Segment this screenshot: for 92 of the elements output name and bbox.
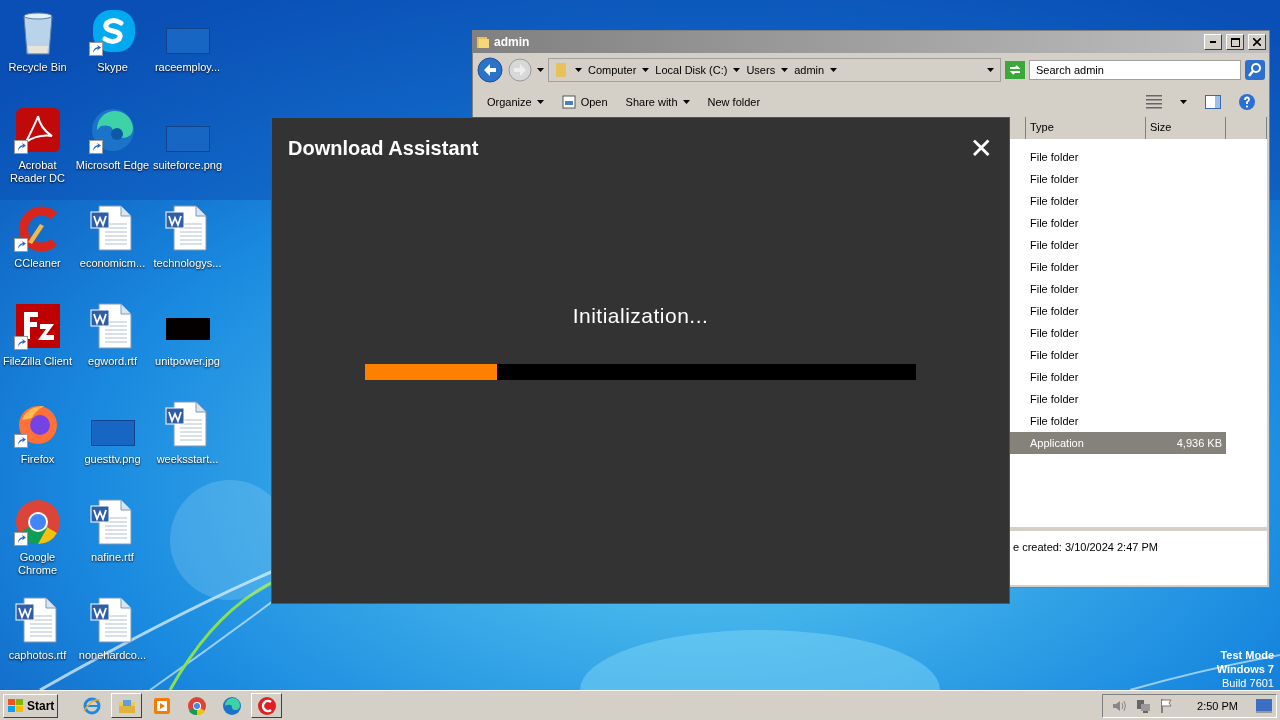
image-file-icon xyxy=(165,126,210,152)
desktop-icon-label[interactable]: economicm... xyxy=(75,257,150,270)
desktop-icon-label[interactable]: Google Chrome xyxy=(0,551,75,577)
desktop-icon-label[interactable]: guesttv.png xyxy=(75,453,150,466)
taskbar-app-button[interactable] xyxy=(251,693,283,718)
close-icon xyxy=(1253,38,1261,46)
chrome-icon xyxy=(186,695,207,716)
show-desktop-icon[interactable] xyxy=(1256,698,1272,713)
open-icon xyxy=(561,95,576,109)
desktop-icon-label[interactable]: technologys... xyxy=(150,257,225,270)
column-header[interactable]: Type xyxy=(1026,117,1146,139)
image-file-icon xyxy=(165,28,210,54)
maximize-button[interactable] xyxy=(1226,34,1244,50)
desktop-icon-label[interactable]: nafine.rtf xyxy=(75,551,150,564)
refresh-button[interactable] xyxy=(1005,61,1025,79)
chrome-icon xyxy=(13,498,62,546)
caret-icon xyxy=(987,68,994,72)
browser-e-icon xyxy=(81,695,102,716)
folder-icon xyxy=(555,62,569,78)
breadcrumb[interactable]: Computer xyxy=(588,64,637,76)
minimize-icon xyxy=(1210,41,1216,43)
back-button[interactable] xyxy=(477,57,503,83)
caret-icon xyxy=(537,68,544,72)
desktop-icon-label[interactable]: Skype xyxy=(75,61,150,74)
caret-icon xyxy=(1180,100,1187,104)
caret-icon xyxy=(536,100,544,104)
status-text: Initialization... xyxy=(572,304,709,328)
network-icon[interactable] xyxy=(1135,697,1152,714)
toolbar-button[interactable]: Share with xyxy=(625,96,690,108)
caret-icon xyxy=(642,68,650,72)
caret-icon xyxy=(781,68,789,72)
caret-icon xyxy=(682,100,690,104)
minimize-button[interactable] xyxy=(1204,34,1222,50)
file-type: File folder xyxy=(1029,349,1080,361)
desktop-icon-label[interactable]: Firefox xyxy=(0,453,75,466)
file-type: File folder xyxy=(1029,327,1080,339)
file-type: File folder xyxy=(1029,283,1080,295)
toolbar-button[interactable]: New folder xyxy=(707,96,761,108)
clock[interactable]: 2:50 PM xyxy=(1197,699,1238,712)
taskbar-app-button[interactable] xyxy=(111,693,143,718)
view-options-icon[interactable] xyxy=(1146,95,1162,109)
desktop-icon-label[interactable]: CCleaner xyxy=(0,257,75,270)
column-header[interactable]: Size xyxy=(1146,117,1226,139)
caret-icon xyxy=(733,68,741,72)
file-type: Application xyxy=(1029,437,1085,449)
file-type: File folder xyxy=(1029,261,1080,273)
desktop-icon-label[interactable]: Recycle Bin xyxy=(0,61,75,74)
edge-icon xyxy=(221,695,242,716)
close-button[interactable]: ✕ xyxy=(969,131,993,165)
toolbar-button[interactable]: Open xyxy=(561,95,608,109)
windows-logo-icon xyxy=(7,697,25,714)
desktop-icon-label[interactable]: caphotos.rtf xyxy=(0,649,75,662)
file-type: File folder xyxy=(1029,371,1080,383)
desktop-icon-label[interactable]: FileZilla Client xyxy=(0,355,75,368)
caret-icon xyxy=(575,68,582,72)
file-type: File folder xyxy=(1029,393,1080,405)
file-type: File folder xyxy=(1029,151,1080,163)
image-file-icon xyxy=(90,420,135,446)
search-icon[interactable] xyxy=(1245,60,1265,80)
window-title: admin xyxy=(494,35,531,49)
file-type: File folder xyxy=(1029,173,1080,185)
folder-icon xyxy=(476,35,490,49)
media-player-icon xyxy=(151,695,172,716)
help-icon[interactable] xyxy=(1239,94,1255,110)
file-type: File folder xyxy=(1029,239,1080,251)
file-size: 4,936 KB xyxy=(1175,437,1223,449)
cleaner-icon xyxy=(256,695,277,716)
breadcrumb[interactable]: Local Disk (C:) xyxy=(655,64,728,76)
system-info-text: Windows 7 xyxy=(1216,662,1274,676)
file-type: File folder xyxy=(1029,217,1080,229)
start-button[interactable]: Start xyxy=(3,693,59,718)
image-thumbnail-icon xyxy=(165,318,210,340)
desktop-icon-label[interactable]: Acrobat Reader DC xyxy=(0,159,75,185)
maximize-icon xyxy=(1230,37,1240,47)
system-info-text: Test Mode xyxy=(1220,648,1274,662)
desktop-icon-label[interactable]: egword.rtf xyxy=(75,355,150,368)
close-button[interactable] xyxy=(1248,34,1266,50)
desktop-icon-label[interactable]: suiteforce.png xyxy=(150,159,225,172)
breadcrumb[interactable]: admin xyxy=(794,64,825,76)
address-bar[interactable]: Computer Local Disk (C:) Users admin xyxy=(548,58,1001,82)
breadcrumb[interactable]: Users xyxy=(746,64,776,76)
preview-pane-icon[interactable] xyxy=(1205,95,1221,109)
file-type: File folder xyxy=(1029,415,1080,427)
desktop-icon-label[interactable]: raceemploy... xyxy=(150,61,225,74)
toolbar-button[interactable]: Organize xyxy=(487,96,544,108)
search-field[interactable]: Search admin xyxy=(1029,60,1241,80)
details-text: e created: 3/10/2024 2:47 PM xyxy=(1013,541,1158,553)
caret-icon xyxy=(830,68,838,72)
system-info-text: Build 7601 xyxy=(1222,676,1274,690)
desktop-icon-label[interactable]: Microsoft Edge xyxy=(75,159,150,172)
file-type: File folder xyxy=(1029,195,1080,207)
dialog-title: Download Assistant xyxy=(288,136,479,160)
